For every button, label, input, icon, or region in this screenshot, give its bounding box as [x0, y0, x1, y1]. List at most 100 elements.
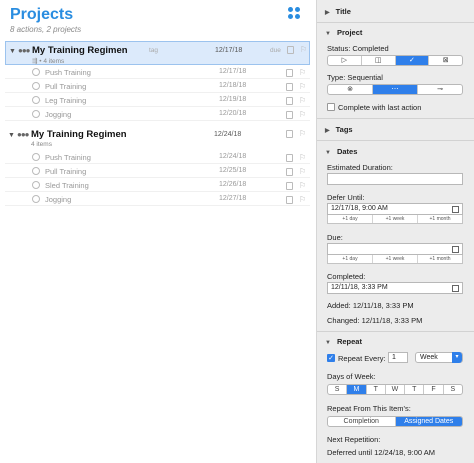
due-field[interactable]: due [270, 47, 281, 54]
status-circle[interactable] [32, 195, 40, 203]
repeat-every-checkbox[interactable]: ✓ [327, 354, 335, 362]
defer-until-field[interactable]: 12/17/18, 9:00 AM [327, 203, 463, 215]
project-name[interactable]: My Training Regimen [32, 45, 128, 56]
flag-icon[interactable]: ⚐ [299, 96, 306, 105]
disclosure-triangle-icon[interactable]: ▼ [9, 48, 16, 55]
day-saturday[interactable]: S [444, 385, 462, 394]
action-name[interactable]: Pull Training [45, 167, 86, 176]
action-date[interactable]: 12/20/18 [219, 110, 246, 117]
note-icon[interactable] [286, 69, 293, 77]
calendar-icon[interactable] [452, 206, 459, 213]
note-icon[interactable] [286, 154, 293, 162]
action-row[interactable]: Jogging 12/20/18 ⚐ [5, 107, 310, 121]
action-date[interactable]: 12/25/18 [219, 167, 246, 174]
project-section-header[interactable]: ▼ Project [325, 28, 362, 37]
status-segmented-control[interactable]: ▷ ◫ ✓ ⊠ [327, 55, 463, 66]
due-plus-month-button[interactable]: +1 month [418, 255, 462, 263]
action-name[interactable]: Jogging [45, 110, 71, 119]
action-name[interactable]: Leg Training [45, 96, 86, 105]
on-hold-status-icon[interactable]: ◫ [362, 56, 396, 65]
day-monday[interactable]: M [347, 385, 367, 394]
calendar-icon[interactable] [452, 285, 459, 292]
action-row[interactable]: Leg Training 12/19/18 ⚐ [5, 93, 310, 107]
status-circle[interactable] [32, 181, 40, 189]
calendar-icon[interactable] [452, 246, 459, 253]
repeat-from-assigned-dates[interactable]: Assigned Dates [395, 417, 462, 426]
note-icon[interactable] [286, 168, 293, 176]
flag-icon[interactable]: ⚐ [299, 153, 306, 162]
status-circle[interactable] [32, 68, 40, 76]
action-name[interactable]: Sled Training [45, 181, 89, 190]
defer-date[interactable]: 12/17/18 [215, 47, 242, 54]
single-actions-type-icon[interactable]: ⊸ [418, 85, 462, 94]
status-circle[interactable] [32, 153, 40, 161]
flag-icon[interactable]: ⚐ [299, 195, 306, 204]
action-row[interactable]: Pull Training 12/25/18 ⚐ [5, 164, 310, 178]
repeat-interval-input[interactable]: 1 [388, 352, 408, 363]
title-section-header[interactable]: ▶ Title [325, 7, 351, 16]
status-circle[interactable] [32, 167, 40, 175]
flag-icon[interactable]: ⚐ [299, 82, 306, 91]
tag-field[interactable]: tag [149, 47, 158, 54]
day-wednesday[interactable]: W [386, 385, 406, 394]
repeat-unit-select[interactable]: Week ▾ [415, 352, 463, 363]
action-name[interactable]: Pull Training [45, 82, 86, 91]
day-thursday[interactable]: T [405, 385, 425, 394]
completed-status-icon[interactable]: ✓ [395, 56, 430, 65]
defer-plus-month-button[interactable]: +1 month [418, 215, 462, 223]
note-icon[interactable] [286, 111, 293, 119]
days-of-week-control[interactable]: S M T W T F S [327, 384, 463, 395]
action-row[interactable]: Jogging 12/27/18 ⚐ [5, 192, 310, 206]
note-icon[interactable] [287, 46, 294, 54]
parallel-type-icon[interactable]: ⊗ [328, 85, 373, 94]
defer-date[interactable]: 12/24/18 [214, 131, 241, 138]
project-row[interactable]: ▼ ●●● My Training Regimen ⇶ • 4 items ta… [5, 41, 310, 65]
due-field[interactable] [327, 243, 463, 255]
flag-icon[interactable]: ⚐ [299, 167, 306, 176]
defer-plus-week-button[interactable]: +1 week [373, 215, 418, 223]
dates-section-header[interactable]: ▼ Dates [325, 147, 357, 156]
action-name[interactable]: Jogging [45, 195, 71, 204]
note-icon[interactable] [286, 83, 293, 91]
view-options-icon[interactable] [288, 7, 302, 21]
flag-icon[interactable]: ⚐ [299, 110, 306, 119]
completed-field[interactable]: 12/11/18, 3:33 PM [327, 282, 463, 294]
tags-section-header[interactable]: ▶ Tags [325, 125, 353, 134]
note-icon[interactable] [286, 182, 293, 190]
flag-icon[interactable]: ⚐ [299, 68, 306, 77]
action-name[interactable]: Push Training [45, 153, 91, 162]
action-name[interactable]: Push Training [45, 68, 91, 77]
type-segmented-control[interactable]: ⊗ ⋯ ⊸ [327, 84, 463, 95]
repeat-section-header[interactable]: ▼ Repeat [325, 337, 362, 346]
day-tuesday[interactable]: T [367, 385, 386, 394]
action-date[interactable]: 12/18/18 [219, 82, 246, 89]
status-circle[interactable] [32, 96, 40, 104]
day-friday[interactable]: F [424, 385, 444, 394]
project-name[interactable]: My Training Regimen [31, 129, 127, 140]
action-date[interactable]: 12/26/18 [219, 181, 246, 188]
action-row[interactable]: Push Training 12/17/18 ⚐ [5, 65, 310, 79]
day-sunday[interactable]: S [328, 385, 348, 394]
disclosure-triangle-icon[interactable]: ▼ [8, 132, 15, 139]
status-circle[interactable] [32, 110, 40, 118]
note-icon[interactable] [286, 130, 293, 138]
estimated-duration-field[interactable] [327, 173, 463, 185]
flag-icon[interactable]: ⚐ [300, 45, 307, 54]
action-date[interactable]: 12/24/18 [219, 153, 246, 160]
flag-icon[interactable]: ⚐ [299, 181, 306, 190]
repeat-from-completion[interactable]: Completion [328, 417, 396, 426]
project-row[interactable]: ▼ ●●● My Training Regimen 4 items 12/24/… [5, 126, 310, 150]
action-row[interactable]: Sled Training 12/26/18 ⚐ [5, 178, 310, 192]
action-date[interactable]: 12/19/18 [219, 96, 246, 103]
action-date[interactable]: 12/27/18 [219, 195, 246, 202]
action-date[interactable]: 12/17/18 [219, 68, 246, 75]
complete-with-last-checkbox[interactable] [327, 103, 335, 111]
due-plus-day-button[interactable]: +1 day [328, 255, 373, 263]
status-circle[interactable] [32, 82, 40, 90]
note-icon[interactable] [286, 196, 293, 204]
flag-icon[interactable]: ⚐ [299, 129, 306, 138]
note-icon[interactable] [286, 97, 293, 105]
defer-plus-day-button[interactable]: +1 day [328, 215, 373, 223]
active-status-icon[interactable]: ▷ [328, 56, 362, 65]
sequential-type-icon[interactable]: ⋯ [373, 85, 418, 94]
